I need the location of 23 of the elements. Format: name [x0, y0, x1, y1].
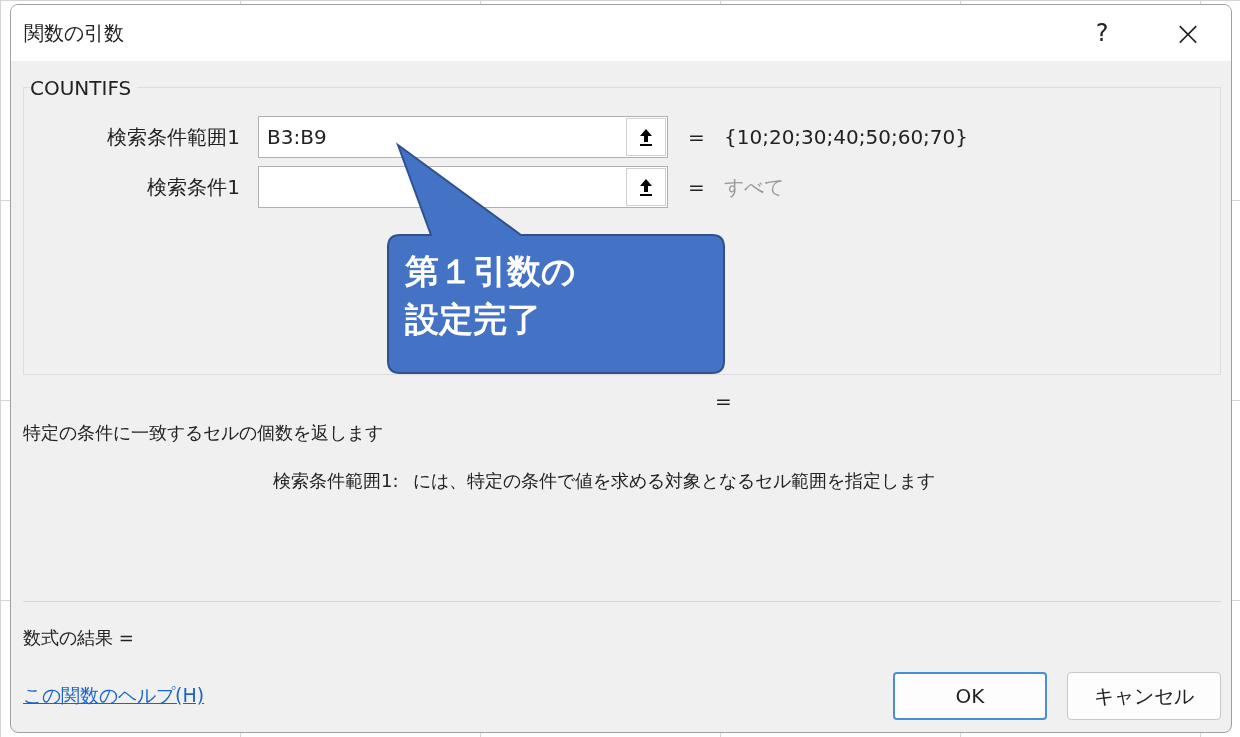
argument-label: 検索条件1: [146, 173, 241, 201]
help-link[interactable]: この関数のヘルプ(H): [23, 683, 205, 709]
ok-button[interactable]: OK: [893, 672, 1047, 720]
window-title: 関数の引数: [24, 19, 124, 47]
help-button[interactable]: ?: [1059, 8, 1145, 58]
function-description: 特定の条件に一致するセルの個数を返します: [23, 421, 384, 445]
callout-text: 第１引数の設定完了: [405, 250, 577, 341]
cancel-button[interactable]: キャンセル: [1067, 672, 1221, 720]
collapse-button[interactable]: [626, 168, 666, 206]
input-field[interactable]: B3:B9: [258, 116, 668, 158]
close-button[interactable]: ×: [1145, 8, 1231, 58]
equals-sign: =: [688, 125, 706, 149]
argument-result: すべて: [724, 173, 784, 201]
equals-sign: =: [688, 175, 706, 199]
collapse-button[interactable]: [626, 118, 666, 156]
formula-result: 数式の結果 =: [23, 626, 135, 650]
argument-label: 検索条件範囲1: [106, 123, 241, 151]
argument-help-text: には、特定の条件で値を求める対象となるセル範囲を指定します: [412, 469, 935, 493]
upload-arrow-icon: [639, 128, 653, 146]
argument-result: {10;20;30;40;50;60;70}: [724, 125, 969, 149]
equals-sign: =: [715, 389, 732, 413]
upload-arrow-icon: [639, 178, 653, 196]
argument-help-label: 検索条件範囲1:: [273, 469, 399, 493]
